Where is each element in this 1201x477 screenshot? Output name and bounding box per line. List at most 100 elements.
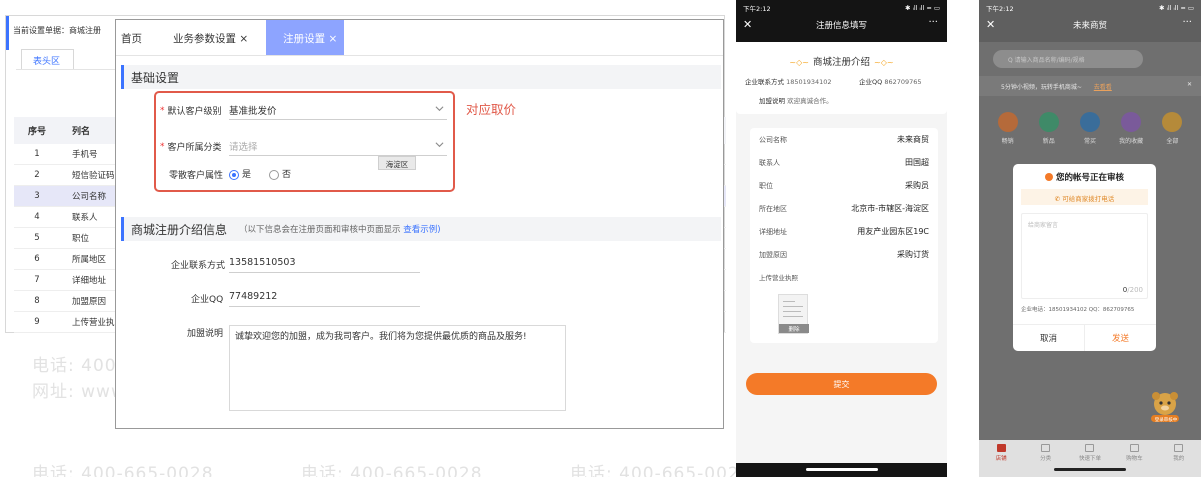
send-button[interactable]: 发送 (1085, 325, 1156, 351)
view-example-link[interactable]: 查看示例) (403, 225, 440, 235)
watermark: 电话: 400-665-0028 (32, 464, 214, 477)
form-row-position[interactable]: 职位 采购员 (750, 174, 938, 197)
close-icon[interactable]: ✕ (986, 18, 995, 31)
register-form-card: 公司名称 未来商贸 联系人 田国超 职位 采购员 所在地区 北京市-市辖区-海淀区 详细… (750, 128, 938, 343)
banner-link[interactable]: 去看看 (1094, 84, 1112, 91)
tab-label: 店铺 (995, 456, 1007, 462)
row-name: 手机号 (72, 150, 98, 160)
grid-icon (1162, 112, 1183, 132)
field-label: 加盟原因 (759, 250, 787, 259)
phone-register-form: 下午2:12 ✱ ᵢll ᵢll ≈ ▭ ✕ 注册信息填写 ··· ~◇~ 商城注… (736, 0, 947, 477)
column-header-name: 列名 (72, 127, 91, 137)
search-input[interactable]: Q 请输入商品名称/编码/规格 (993, 50, 1143, 68)
field-label: 详细地址 (759, 227, 787, 236)
delete-license-button[interactable]: 删除 (779, 324, 809, 333)
call-merchant-button[interactable]: ✆ 可给商家拨打电话 (1021, 189, 1148, 205)
intro-title-text: 商城注册介绍 (812, 57, 870, 68)
nav-title: 未来商贸 (1072, 21, 1107, 31)
tab-mine[interactable]: 我的 (1164, 444, 1194, 477)
watermark: 电话: 400-665-0028 (301, 464, 483, 477)
more-icon[interactable]: ··· (928, 17, 938, 28)
row-no: 7 (34, 275, 40, 285)
status-signal: ✱ ᵢll ᵢll ≈ ▭ (905, 3, 940, 12)
often-buy-entry[interactable]: 常买 (1073, 112, 1107, 145)
user-icon (1174, 444, 1184, 452)
qq-input[interactable]: 77489212 (229, 289, 420, 307)
page-tabs: 首页 业务参数设置 × 注册设置 × (116, 20, 723, 56)
bottom-tab-bar: 店铺 分类 快速下单 购物车 我的 (979, 440, 1201, 477)
entry-label: 畅销 (1001, 138, 1014, 145)
status-bar: 下午2:12 ✱ ᵢll ᵢll ≈ ▭ (736, 0, 947, 15)
license-label: 上传营业执照 (759, 274, 798, 282)
row-no: 5 (34, 233, 40, 243)
intro-qq-value: 862709765 (884, 78, 922, 86)
phone-header: 下午2:12 ✱ ᵢll ᵢll ≈ ▭ ✕ 未来商贸 ··· (979, 0, 1201, 42)
form-row-reason[interactable]: 加盟原因 采购订货 (750, 243, 938, 266)
row-no: 9 (34, 317, 40, 327)
video-banner: 5分钟小视频，玩转手机商城~ 去看看 ✕ (979, 76, 1201, 96)
fire-icon (997, 112, 1018, 132)
order-icon (1085, 444, 1095, 452)
phone-header: 下午2:12 ✱ ᵢll ᵢll ≈ ▭ ✕ 注册信息填写 ··· (736, 0, 947, 42)
favorites-entry[interactable]: 我的收藏 (1114, 112, 1148, 145)
field-value: 北京市-市辖区-海淀区 (851, 204, 929, 213)
more-icon[interactable]: ··· (1182, 17, 1192, 28)
row-name: 短信验证码 (72, 171, 115, 181)
row-no: 3 (34, 191, 40, 201)
tab-store[interactable]: 店铺 (986, 444, 1016, 477)
banner-close-icon[interactable]: ✕ (1187, 81, 1192, 88)
banner-text: 5分钟小视频，玩转手机商城~ (1001, 84, 1082, 91)
status-signal: ✱ ᵢll ᵢll ≈ ▭ (1159, 3, 1194, 12)
intro-card: ~◇~ 商城注册介绍 ~◇~ 企业联系方式 18501934102 企业QQ 862… (736, 42, 947, 114)
field-label: 公司名称 (759, 135, 787, 144)
tab-label: 分类 (1040, 456, 1052, 462)
tab-business-params[interactable]: 业务参数设置 × (168, 20, 258, 55)
all-entry[interactable]: 全部 (1155, 112, 1189, 145)
cart-icon (1129, 444, 1139, 452)
intro-join: 加盟说明 欢迎真诚合作。 (759, 95, 833, 105)
intro-join-value: 欢迎真诚合作。 (787, 97, 833, 105)
contact-input[interactable]: 13581510503 (229, 255, 420, 273)
status-dot-icon (1044, 173, 1053, 181)
contact-label-text: 企业联系方式 (171, 261, 226, 271)
tab-cart[interactable]: 购物车 (1119, 444, 1149, 477)
tab-home[interactable]: 首页 (116, 20, 168, 55)
heart-icon (1121, 112, 1142, 132)
register-settings-panel: 首页 业务参数设置 × 注册设置 × 基础设置 * 默认客户级别 基准批发价 *… (115, 19, 724, 429)
tab-quick-order[interactable]: 快速下单 (1075, 444, 1105, 477)
row-name: 所属地区 (72, 255, 107, 265)
qq-label-text: 企业QQ (191, 295, 224, 305)
form-row-region[interactable]: 所在地区 北京市-市辖区-海淀区 (750, 197, 938, 220)
intro-qq-label: 企业QQ (859, 78, 883, 86)
row-name: 加盟原因 (72, 297, 107, 307)
entry-label: 常买 (1083, 138, 1096, 145)
intro-hint-text: （以下信息会在注册页面和审核中页面显示 (239, 225, 401, 235)
hot-sale-entry[interactable]: 畅销 (991, 112, 1025, 145)
message-textarea[interactable]: 给商家留言 0/200 (1021, 213, 1148, 299)
license-thumbnail[interactable]: 删除 (778, 294, 809, 334)
tab-header-area[interactable]: 表头区 (21, 49, 74, 70)
tab-register-settings[interactable]: 注册设置 × (266, 20, 345, 55)
form-row-contact[interactable]: 联系人 田国超 (750, 151, 938, 174)
join-label-text: 加盟说明 (187, 329, 224, 339)
new-product-entry[interactable]: 新品 (1032, 112, 1066, 145)
tab-label: 快速下单 (1078, 456, 1101, 462)
section-intro-title: 商城注册介绍信息 (131, 222, 228, 237)
nav-bar: ✕ 未来商贸 ··· (979, 15, 1201, 35)
cancel-button[interactable]: 取消 (1013, 325, 1085, 351)
field-label: 所在地区 (759, 204, 787, 213)
intro-contact: 企业联系方式 18501934102 (745, 76, 832, 86)
close-icon[interactable]: ✕ (743, 18, 752, 31)
join-description-textarea[interactable]: 诚挚欢迎您的加盟，成为我司客户。我们将为您提供最优质的商品及服务! (229, 325, 566, 411)
highlight-box (154, 91, 455, 192)
form-row-address[interactable]: 详细地址 用友产业园东区19C (750, 220, 938, 243)
doc-line (783, 316, 803, 317)
tab-label: 购物车 (1126, 456, 1143, 462)
field-label: 联系人 (759, 158, 780, 167)
field-value: 用友产业园东区19C (857, 227, 929, 236)
phone-pending-review: 下午2:12 ✱ ᵢll ᵢll ≈ ▭ ✕ 未来商贸 ··· Q 请输入商品名… (979, 0, 1201, 477)
tab-category[interactable]: 分类 (1031, 444, 1061, 477)
submit-button[interactable]: 提交 (746, 373, 937, 395)
form-row-company[interactable]: 公司名称 未来商贸 (750, 128, 938, 151)
doc-line (783, 311, 801, 312)
